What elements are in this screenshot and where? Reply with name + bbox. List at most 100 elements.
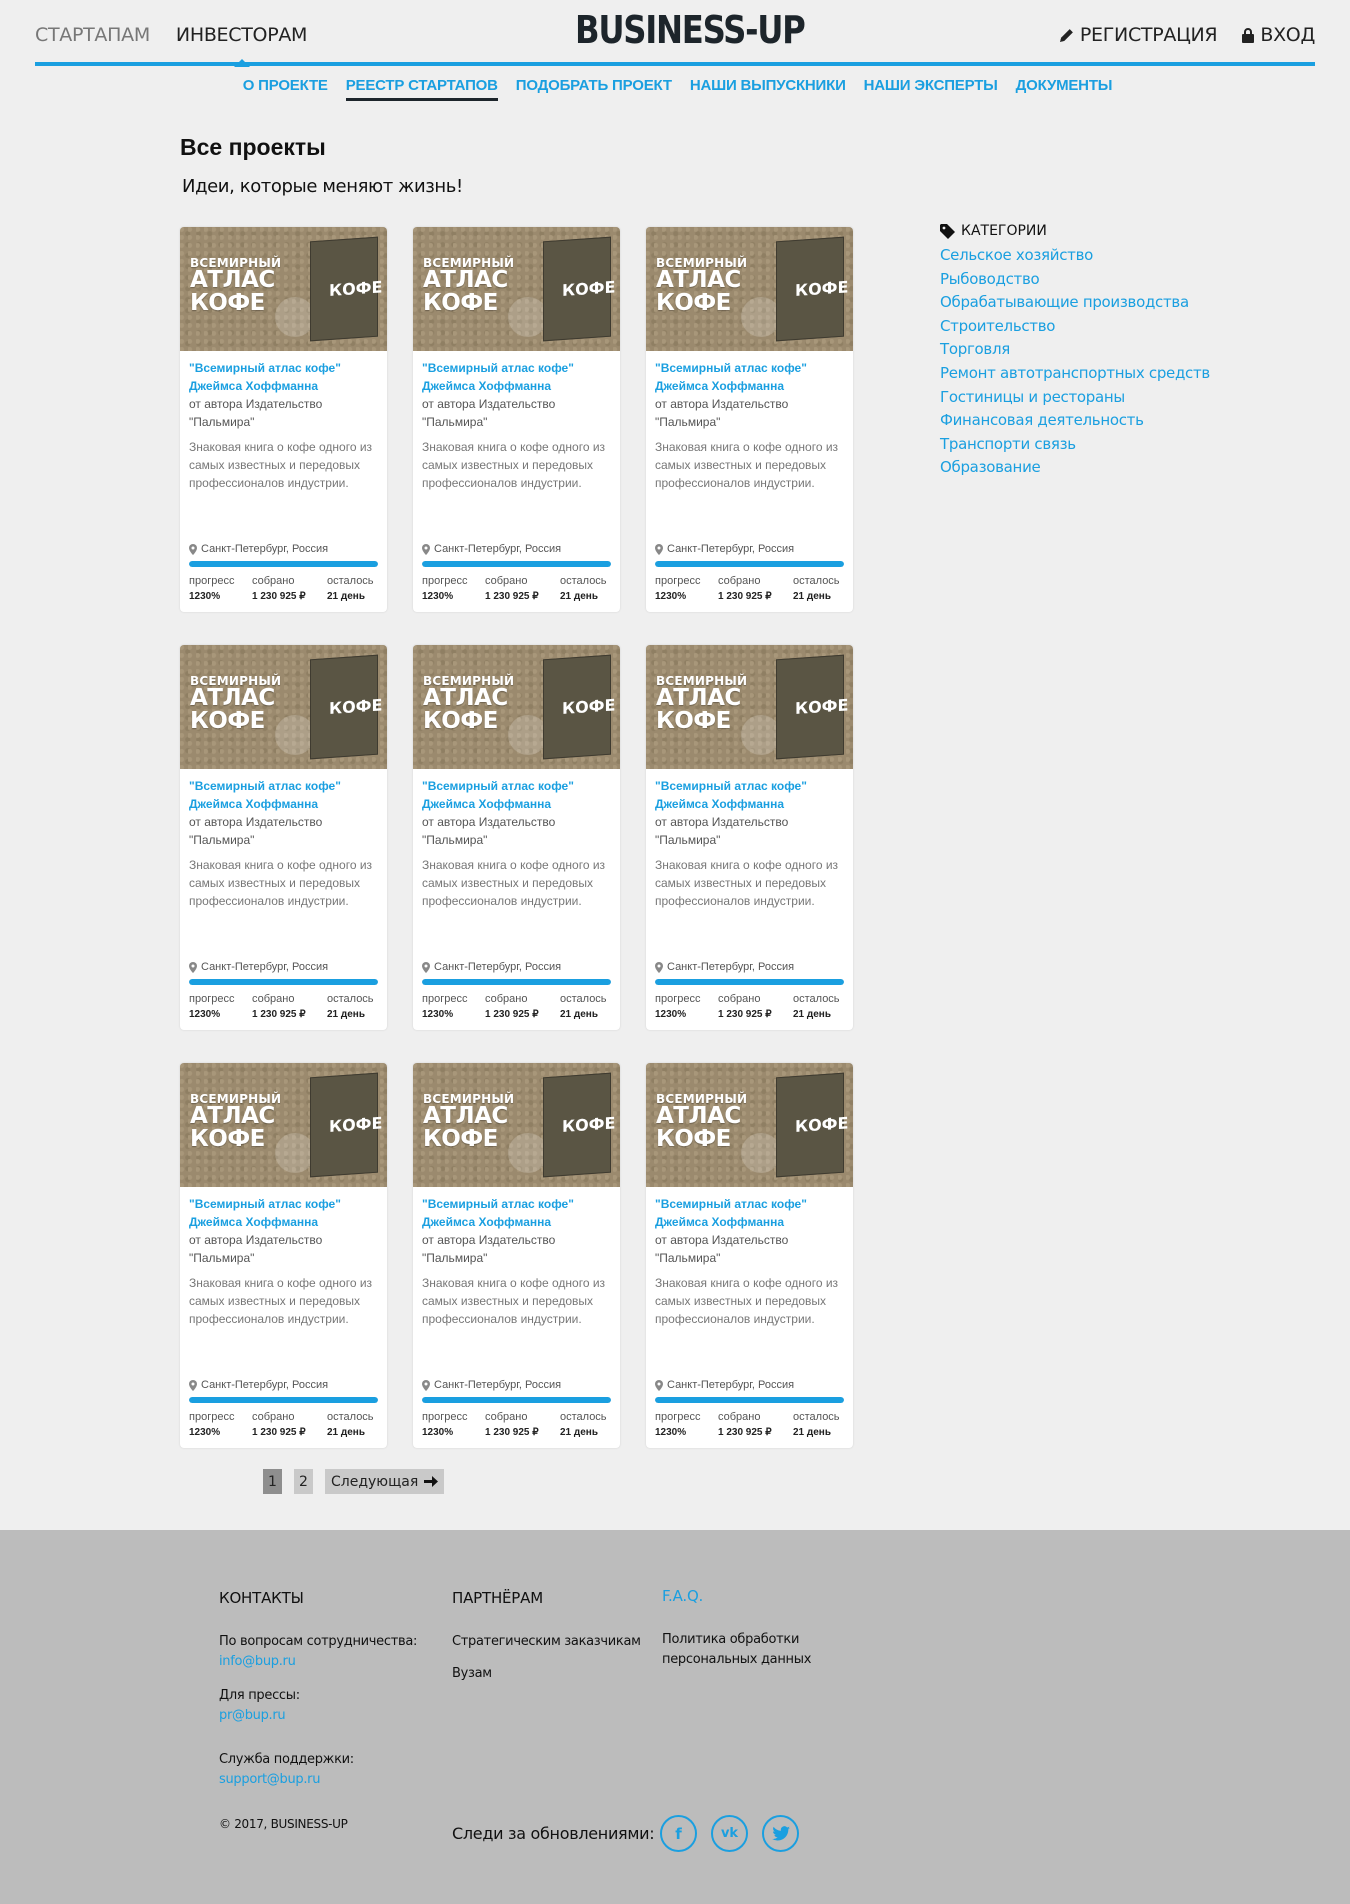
project-image[interactable]: ВСЕМИРНЫЙ АТЛАС КОФЕ КОФЕ [646,645,853,769]
facebook-icon[interactable]: f [660,1815,697,1852]
project-card[interactable]: ВСЕМИРНЫЙ АТЛАС КОФЕ КОФЕ "Всемирный атл… [646,227,853,612]
category-link[interactable]: Строительство [940,315,1210,339]
book-cover: КОФЕ [310,1072,382,1178]
subnav-alumni[interactable]: НАШИ ВЫПУСКНИКИ [690,77,846,101]
book-cover-title: КОФЕ [562,1113,616,1137]
project-title-line: "Всемирный атлас кофе" [189,361,341,375]
project-card[interactable]: ВСЕМИРНЫЙ АТЛАС КОФЕ КОФЕ "Всемирный атл… [413,227,620,612]
coop-email-link[interactable]: info@bup.ru [219,1652,417,1672]
progress-bar [189,1397,378,1403]
days-left-label: осталось [327,1411,374,1423]
image-caption-line: КОФЕ [190,290,265,316]
category-link[interactable]: Рыбоводство [940,268,1210,292]
privacy-policy-link[interactable]: Политика обработки персональных данных [662,1630,811,1670]
support-email-link[interactable]: support@bup.ru [219,1770,417,1790]
description-line: самых известных и передовых [189,1294,361,1308]
project-title[interactable]: "Всемирный атлас кофе" Джеймса Хоффманна [422,359,611,395]
progress-value: 1230% [655,1009,687,1020]
nav-investors[interactable]: ИНВЕСТОРАМ [176,24,307,67]
location-text: Санкт-Петербург, Россия [201,1379,329,1391]
collected-label: собрано [718,575,761,587]
category-link[interactable]: Ремонт автотранспортных средств [940,362,1210,386]
description-line: самых известных и передовых [422,1294,594,1308]
project-card[interactable]: ВСЕМИРНЫЙ АТЛАС КОФЕ КОФЕ "Всемирный атл… [413,1063,620,1448]
login-link[interactable]: ВХОД [1241,24,1315,46]
project-image[interactable]: ВСЕМИРНЫЙ АТЛАС КОФЕ КОФЕ [180,227,387,351]
project-title[interactable]: "Всемирный атлас кофе" Джеймса Хоффманна [655,359,844,395]
project-image[interactable]: ВСЕМИРНЫЙ АТЛАС КОФЕ КОФЕ [413,227,620,351]
location-text: Санкт-Петербург, Россия [434,961,562,973]
map-pin-icon [655,1379,663,1391]
author-line: "Пальмира" [655,833,721,847]
author-line: "Пальмира" [655,1251,721,1265]
project-image[interactable]: ВСЕМИРНЫЙ АТЛАС КОФЕ КОФЕ [413,1063,620,1187]
project-image[interactable]: ВСЕМИРНЫЙ АТЛАС КОФЕ КОФЕ [413,645,620,769]
privacy-policy-line: Политика обработки [662,1632,800,1647]
page-1-button[interactable]: 1 [263,1469,282,1494]
project-card[interactable]: ВСЕМИРНЫЙ АТЛАС КОФЕ КОФЕ "Всемирный атл… [413,645,620,1030]
category-link[interactable]: Финансовая деятельность [940,409,1210,433]
subnav-match[interactable]: ПОДОБРАТЬ ПРОЕКТ [516,77,672,101]
collected-label: собрано [485,993,528,1005]
collected-value: 1 230 925 ₽ [252,1427,306,1438]
category-link[interactable]: Образование [940,456,1210,480]
collected-label: собрано [252,993,295,1005]
subnav-documents[interactable]: ДОКУМЕНТЫ [1016,77,1113,101]
page-2-button[interactable]: 2 [294,1469,313,1494]
map-pin-icon [655,543,663,555]
author-line: от автора Издательство [655,1233,789,1247]
category-link[interactable]: Обрабатывающие производства [940,291,1210,315]
progress-bar [422,561,611,567]
category-link[interactable]: Транспорти связь [940,433,1210,457]
category-link[interactable]: Гостиницы и рестораны [940,386,1210,410]
progress-value: 1230% [189,1009,221,1020]
site-logo[interactable]: BUSINESS-UP [575,8,806,52]
press-email-link[interactable]: pr@bup.ru [219,1706,417,1726]
project-title[interactable]: "Всемирный атлас кофе" Джеймса Хоффманна [189,359,378,395]
category-link[interactable]: Торговля [940,338,1210,362]
image-caption-line: АТЛАС [190,267,275,293]
nav-startups[interactable]: СТАРТАПАМ [35,24,150,46]
project-title[interactable]: "Всемирный атлас кофе" Джеймса Хоффманна [422,1195,611,1231]
press-label: Для прессы: [219,1688,300,1703]
faq-link[interactable]: F.A.Q. [662,1587,811,1605]
project-title[interactable]: "Всемирный атлас кофе" Джеймса Хоффманна [655,1195,844,1231]
project-image[interactable]: ВСЕМИРНЫЙ АТЛАС КОФЕ КОФЕ [180,645,387,769]
project-card[interactable]: ВСЕМИРНЫЙ АТЛАС КОФЕ КОФЕ "Всемирный атл… [180,1063,387,1448]
project-grid: ВСЕМИРНЫЙ АТЛАС КОФЕ КОФЕ "Всемирный атл… [180,227,860,1448]
card-body: "Всемирный атлас кофе" Джеймса Хоффманна… [646,1187,853,1328]
project-image[interactable]: ВСЕМИРНЫЙ АТЛАС КОФЕ КОФЕ [646,227,853,351]
vk-icon[interactable]: vk [711,1815,748,1852]
project-image[interactable]: ВСЕМИРНЫЙ АТЛАС КОФЕ КОФЕ [180,1063,387,1187]
project-card[interactable]: ВСЕМИРНЫЙ АТЛАС КОФЕ КОФЕ "Всемирный атл… [180,645,387,1030]
project-title[interactable]: "Всемирный атлас кофе" Джеймса Хоффманна [189,777,378,813]
description-line: профессионалов индустрии. [655,894,815,908]
project-title-line: Джеймса Хоффманна [422,797,552,811]
project-title-line: Джеймса Хоффманна [189,797,319,811]
partners-strategic-link[interactable]: Стратегическим заказчикам [452,1632,641,1652]
image-caption-line: АТЛАС [423,685,508,711]
project-title[interactable]: "Всемирный атлас кофе" Джеймса Хоффманна [422,777,611,813]
project-card[interactable]: ВСЕМИРНЫЙ АТЛАС КОФЕ КОФЕ "Всемирный атл… [646,1063,853,1448]
description-line: Знаковая книга о кофе одного из [655,440,839,454]
twitter-icon[interactable] [762,1815,799,1852]
page-subtitle: Идеи, которые меняют жизнь! [182,176,463,197]
project-author: от автора Издательство "Пальмира" [655,395,844,431]
description-line: профессионалов индустрии. [655,1312,815,1326]
project-title[interactable]: "Всемирный атлас кофе" Джеймса Хоффманна [655,777,844,813]
image-caption-line: КОФЕ [190,1126,265,1152]
progress-fill [655,561,844,567]
subnav-about[interactable]: О ПРОЕКТЕ [243,77,328,101]
subnav-experts[interactable]: НАШИ ЭКСПЕРТЫ [864,77,998,101]
project-title[interactable]: "Всемирный атлас кофе" Джеймса Хоффманна [189,1195,378,1231]
subnav-registry[interactable]: РЕЕСТР СТАРТАПОВ [345,77,498,101]
partners-universities-link[interactable]: Вузам [452,1664,641,1684]
category-link[interactable]: Сельское хозяйство [940,244,1210,268]
next-page-button[interactable]: Следующая [325,1469,445,1494]
progress-label: прогресс [655,575,701,587]
project-card[interactable]: ВСЕМИРНЫЙ АТЛАС КОФЕ КОФЕ "Всемирный атл… [180,227,387,612]
project-image[interactable]: ВСЕМИРНЫЙ АТЛАС КОФЕ КОФЕ [646,1063,853,1187]
author-line: от автора Издательство [655,397,789,411]
project-card[interactable]: ВСЕМИРНЫЙ АТЛАС КОФЕ КОФЕ "Всемирный атл… [646,645,853,1030]
register-link[interactable]: РЕГИСТРАЦИЯ [1058,24,1218,46]
